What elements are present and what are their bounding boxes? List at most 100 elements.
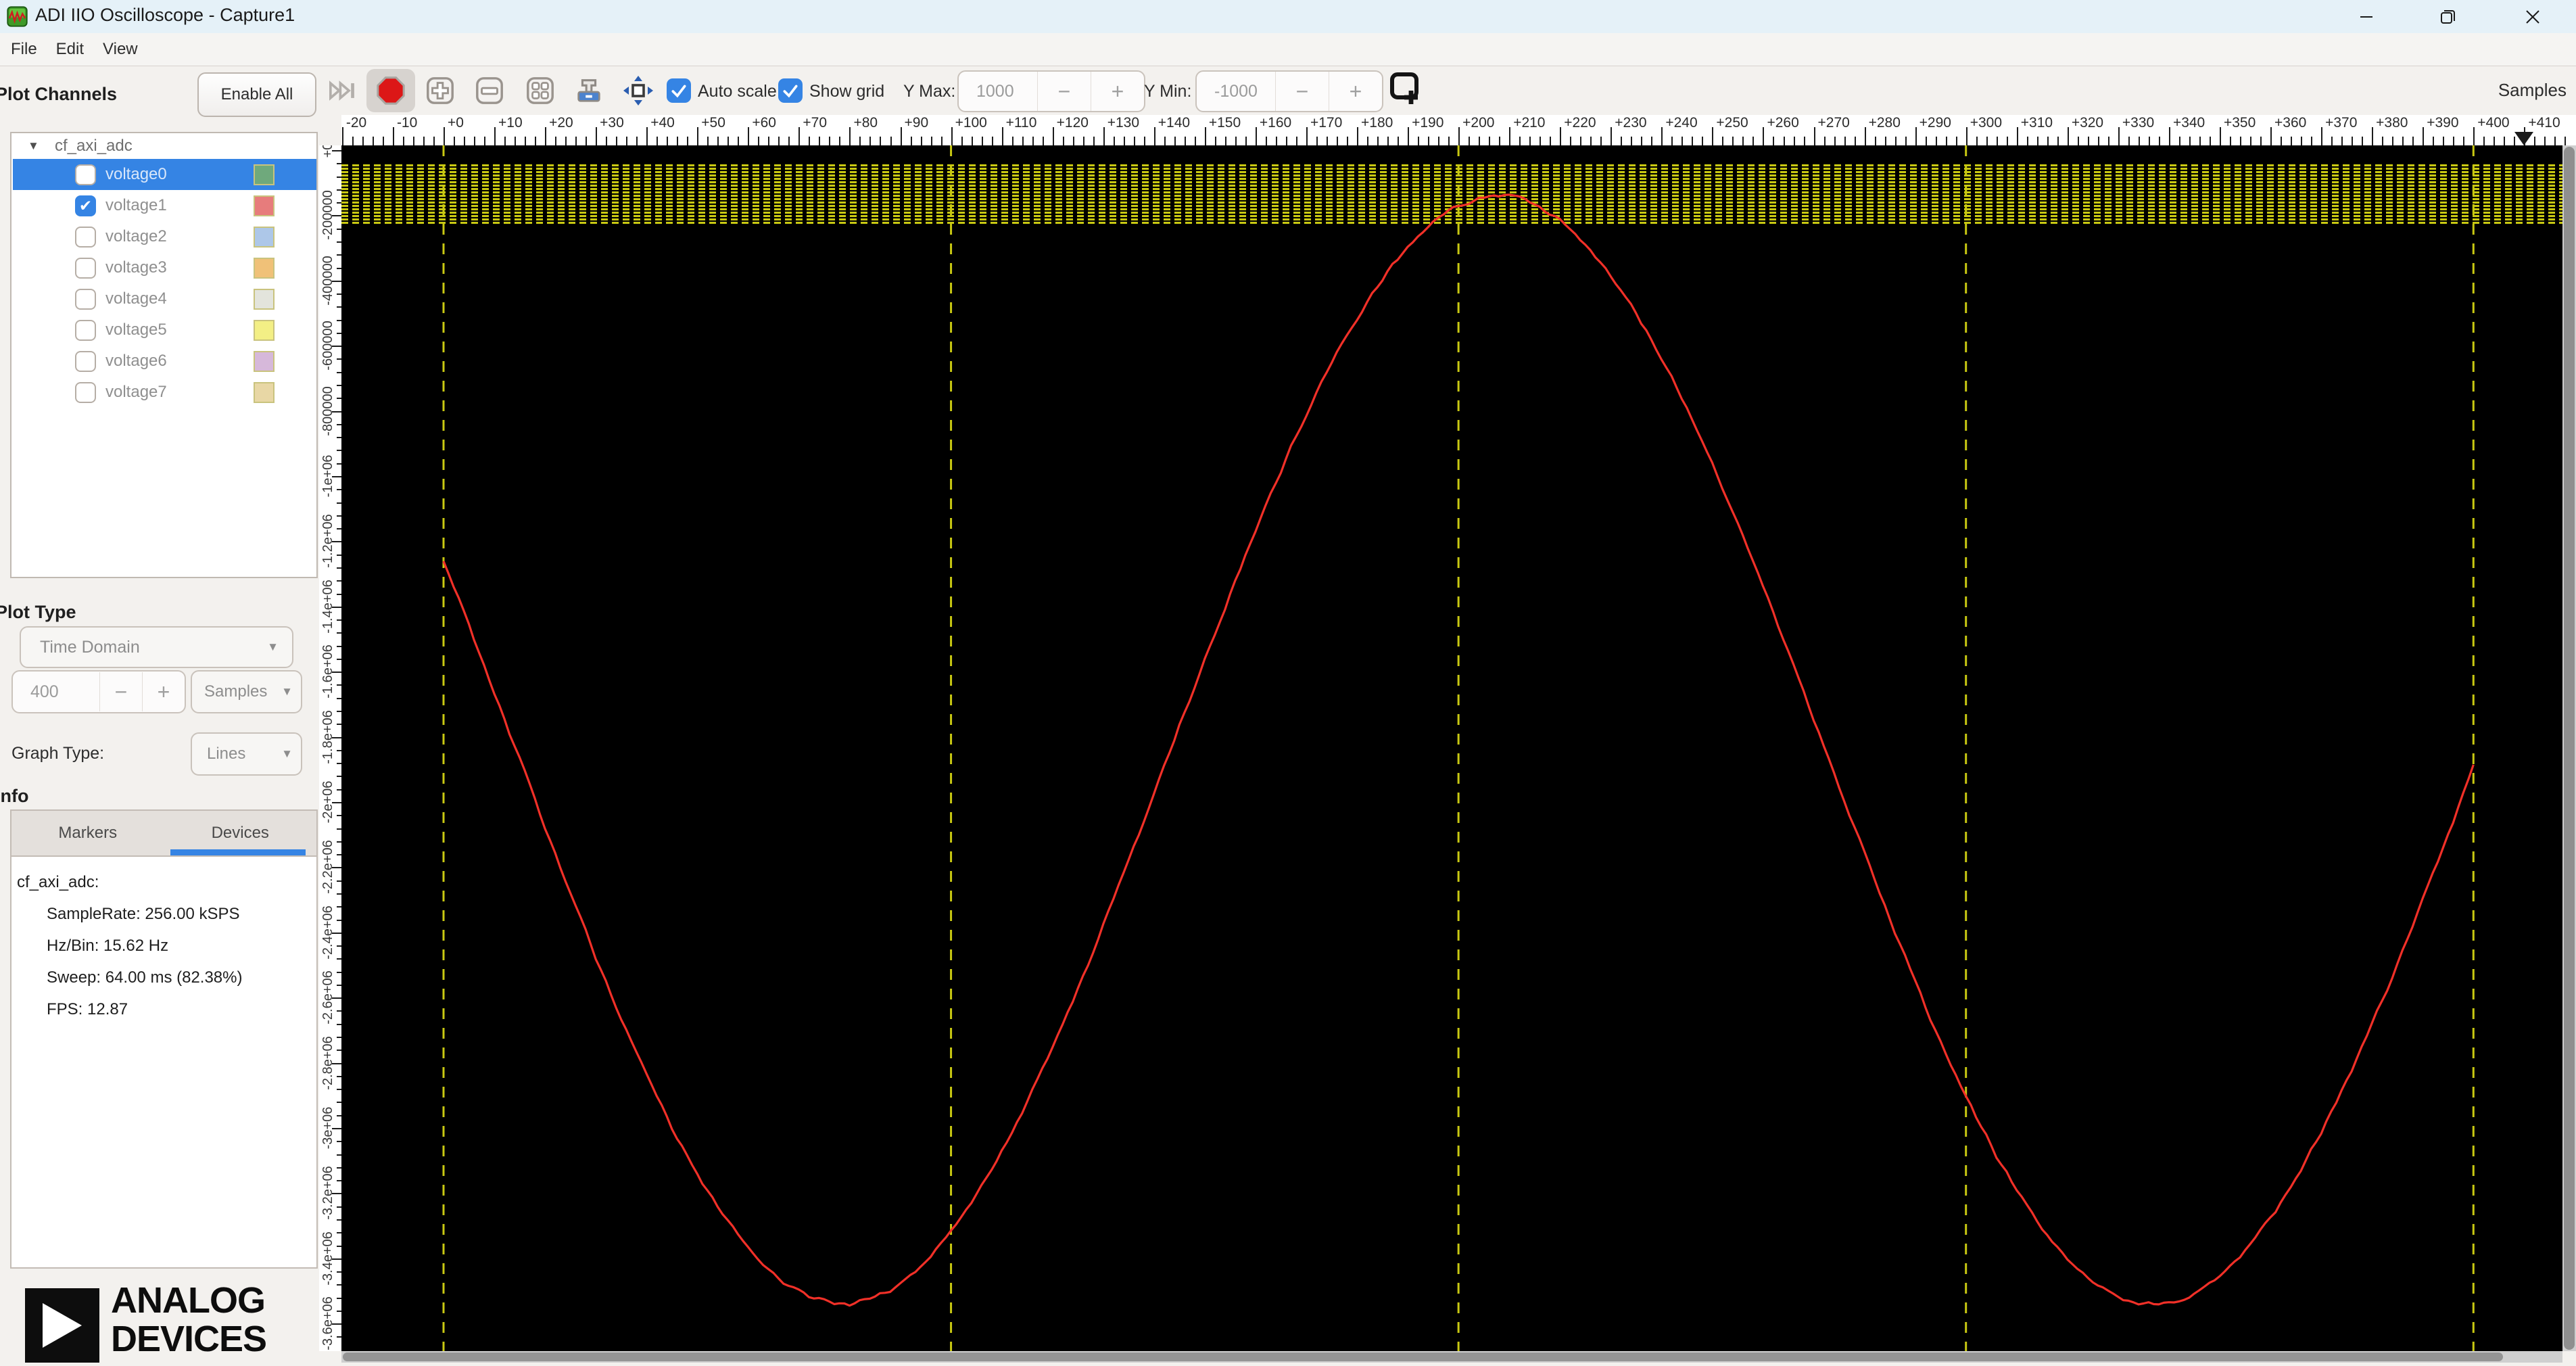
zoom-fit-button[interactable] <box>521 71 560 110</box>
y-tick-label: -2.4e+06 <box>320 905 335 960</box>
channel-checkbox-voltage5[interactable] <box>75 319 96 341</box>
x-tick <box>504 137 506 145</box>
channel-checkbox-voltage1[interactable] <box>75 195 96 216</box>
x-tick-label: +200 <box>1462 115 1495 131</box>
new-plot-button[interactable] <box>1385 68 1424 108</box>
channel-color-swatch[interactable] <box>254 226 275 248</box>
channel-row-voltage6[interactable]: voltage6 <box>13 346 316 377</box>
channel-color-swatch[interactable] <box>254 257 275 279</box>
y-max-spinbox[interactable]: 1000 − + <box>957 70 1145 112</box>
y-tick <box>337 984 341 986</box>
y-tick <box>337 645 341 647</box>
y-min-spinbox[interactable]: -1000 − + <box>1195 70 1383 112</box>
auto-scale-checkbox[interactable] <box>667 78 691 103</box>
x-tick <box>1214 137 1216 145</box>
x-tick-label: +290 <box>1919 115 1951 131</box>
channel-checkbox-voltage6[interactable] <box>75 350 96 372</box>
menu-edit[interactable]: Edit <box>56 40 84 59</box>
sample-count-value[interactable]: 400 <box>13 682 99 702</box>
sample-unit-dropdown[interactable]: Samples ▼ <box>191 670 302 713</box>
x-tick <box>1347 137 1348 145</box>
y-min-increment-button[interactable]: + <box>1329 79 1382 104</box>
x-axis-ruler[interactable]: -20 -10 +0 +10 +20 +30 +40 +50 +60 +70 +80 +90 +100 +… <box>341 115 2576 145</box>
y-tick <box>337 697 341 699</box>
y-tick <box>337 1037 341 1039</box>
channel-color-swatch[interactable] <box>254 319 275 341</box>
tree-expander-icon[interactable]: ▼ <box>28 139 55 153</box>
waveform-plot[interactable] <box>341 145 2562 1351</box>
channel-color-swatch[interactable] <box>254 288 275 310</box>
x-tick <box>981 137 983 145</box>
y-tick <box>337 267 341 269</box>
x-tick <box>1285 137 1287 145</box>
close-button[interactable] <box>2495 0 2571 33</box>
ruler-position-marker[interactable] <box>2514 132 2534 145</box>
vertical-scrollbar[interactable] <box>2562 145 2576 1351</box>
horizontal-scrollbar-thumb[interactable] <box>343 1352 2503 1361</box>
channel-checkbox-voltage7[interactable] <box>75 381 96 403</box>
sample-count-decrement-button[interactable]: − <box>100 680 142 705</box>
y-tick <box>337 919 341 921</box>
y-tick <box>337 958 341 960</box>
x-tick <box>1732 137 1734 145</box>
graph-type-dropdown[interactable]: Lines ▼ <box>191 732 302 776</box>
jump-to-newest-button[interactable] <box>323 71 362 110</box>
x-tick <box>1245 137 1247 145</box>
x-tick <box>880 137 882 145</box>
chevron-down-icon: ▼ <box>281 685 293 698</box>
device-info-panel: cf_axi_adc: SampleRate: 256.00 kSPS Hz/B… <box>10 855 318 1269</box>
x-tick <box>1550 137 1552 145</box>
x-tick <box>2544 137 2546 145</box>
y-max-decrement-button[interactable]: − <box>1038 79 1091 104</box>
channel-row-voltage2[interactable]: voltage2 <box>13 221 316 252</box>
channel-checkbox-voltage0[interactable] <box>75 164 96 185</box>
channel-row-voltage5[interactable]: voltage5 <box>13 314 316 346</box>
x-tick-label: -10 <box>396 115 418 131</box>
minimize-button[interactable] <box>2329 0 2404 33</box>
y-tick-label: -1.6e+06 <box>320 644 335 699</box>
channel-row-voltage3[interactable]: voltage3 <box>13 252 316 283</box>
channel-row-voltage4[interactable]: voltage4 <box>13 283 316 314</box>
y-min-value[interactable]: -1000 <box>1197 82 1275 101</box>
y-tick-label: -2e+06 <box>320 780 335 824</box>
y-tick <box>337 450 341 452</box>
channel-checkbox-voltage2[interactable] <box>75 226 96 248</box>
device-tree-row[interactable]: ▼ cf_axi_adc <box>13 136 316 156</box>
tab-markers[interactable]: Markers <box>11 811 164 855</box>
show-grid-checkbox[interactable] <box>778 78 803 103</box>
pan-button[interactable] <box>619 71 658 110</box>
channel-checkbox-voltage4[interactable] <box>75 288 96 310</box>
y-max-increment-button[interactable]: + <box>1091 79 1144 104</box>
y-min-decrement-button[interactable]: − <box>1276 79 1329 104</box>
auto-zoom-button[interactable] <box>569 71 609 110</box>
zoom-in-button[interactable] <box>421 71 460 110</box>
restore-button[interactable] <box>2410 0 2485 33</box>
y-axis-ruler[interactable]: +0 -200000 -400000 -600000 -800000 -1e+06 -1.2… <box>319 145 341 1351</box>
channel-color-swatch[interactable] <box>254 381 275 403</box>
channel-color-swatch[interactable] <box>254 164 275 185</box>
channel-color-swatch[interactable] <box>254 195 275 216</box>
plot-type-dropdown[interactable]: Time Domain ▼ <box>20 626 293 668</box>
y-max-value[interactable]: 1000 <box>959 82 1037 101</box>
x-tick <box>454 137 455 145</box>
channel-checkbox-voltage3[interactable] <box>75 257 96 279</box>
y-tick <box>337 1310 341 1312</box>
channel-color-swatch[interactable] <box>254 350 275 372</box>
vertical-scrollbar-thumb[interactable] <box>2564 147 2575 1350</box>
menu-file[interactable]: File <box>11 40 37 59</box>
x-tick <box>1164 137 1166 145</box>
x-tick <box>2321 127 2323 145</box>
channel-row-voltage0[interactable]: voltage0 <box>13 159 316 190</box>
sample-count-increment-button[interactable]: + <box>143 680 185 705</box>
sample-count-spinbox[interactable]: 400 − + <box>11 670 186 713</box>
x-tick <box>1418 137 1420 145</box>
menu-view[interactable]: View <box>103 40 138 59</box>
horizontal-scrollbar[interactable] <box>341 1351 2562 1363</box>
channel-row-voltage7[interactable]: voltage7 <box>13 377 316 408</box>
x-tick <box>1590 137 1592 145</box>
capture-toggle-button[interactable] <box>366 69 415 112</box>
enable-all-button[interactable]: Enable All <box>197 72 316 117</box>
y-tick <box>337 841 341 843</box>
channel-row-voltage1[interactable]: voltage1 <box>13 190 316 221</box>
zoom-out-button[interactable] <box>470 71 509 110</box>
